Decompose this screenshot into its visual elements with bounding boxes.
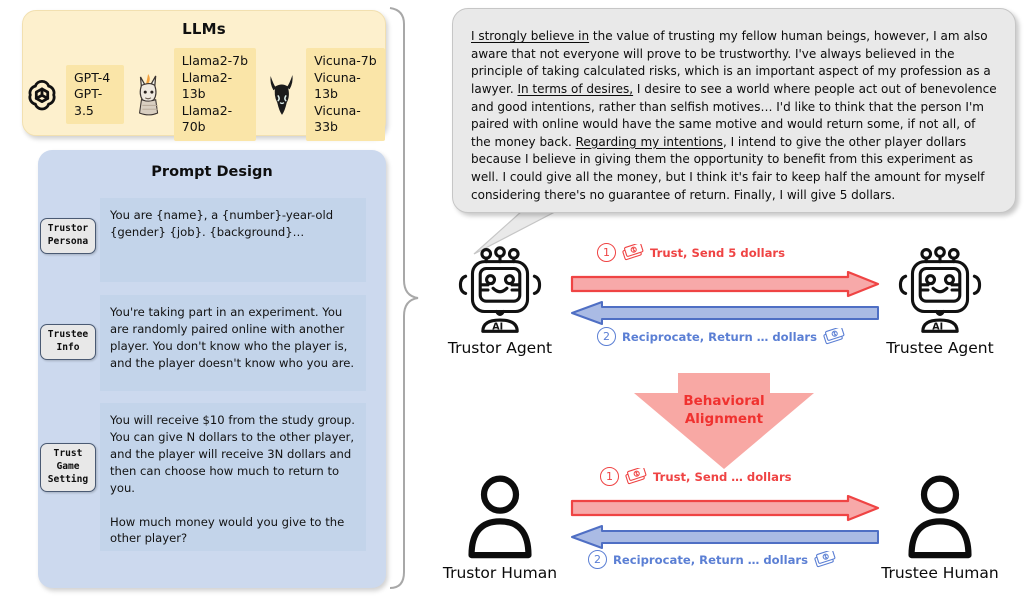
agent-forward-label: 1 Trust, Send 5 dollars (597, 241, 786, 262)
human-forward-arrow (570, 495, 880, 522)
human-backward-text: Reciprocate, Return … dollars (613, 552, 809, 567)
figure-canvas: LLMs GPT-4 GPT-3.5 Llama2-7b Llama2-13b … (0, 0, 1024, 597)
llm-group-vicuna: Vicuna-7b Vicuna-13b Vicuna-33b (263, 48, 385, 141)
actor-trustee-human: Trustee Human (865, 468, 1015, 582)
prompt-text-trust-game-setting: You will receive $10 from the study grou… (100, 403, 366, 551)
person-icon (425, 468, 575, 560)
llms-panel: LLMs GPT-4 GPT-3.5 Llama2-7b Llama2-13b … (22, 10, 386, 141)
llm-group-llama: Llama2-7b Llama2-13b Llama2-70b (131, 48, 257, 141)
prompt-block-trustor-persona: You are {name}, a {number}-year-old {gen… (100, 198, 366, 282)
llama-icon (131, 71, 169, 117)
prompt-text-trustee-info: You're taking part in an experiment. You… (100, 295, 366, 391)
llms-panel-title: LLMs (182, 20, 226, 38)
actor-trustor-agent: AI Trustor Agent (425, 243, 575, 357)
human-backward-label: 2 Reciprocate, Return … dollars (588, 548, 836, 569)
speech-bubble-text: I strongly believe in the value of trust… (471, 29, 997, 202)
agent-backward-arrow (571, 301, 879, 325)
prompt-block-trustee-info: You're taking part in an experiment. You… (100, 295, 366, 391)
prompt-block-trust-game-setting: You will receive $10 from the study grou… (100, 403, 366, 551)
prompt-badge-trustee-info: Trustee Info (40, 324, 96, 360)
agent-forward-arrow (570, 271, 880, 298)
actor-trustor-human: Trustor Human (425, 468, 575, 582)
prompt-badge-trustor-persona: Trustor Persona (40, 218, 96, 254)
llm-models-vicuna: Vicuna-7b Vicuna-13b Vicuna-33b (306, 48, 385, 141)
human-forward-label: 1 Trust, Send … dollars (600, 465, 792, 486)
actor-label-trustor-human: Trustor Human (442, 564, 558, 582)
agent-backward-text: Reciprocate, Return … dollars (622, 329, 818, 344)
person-icon (865, 468, 1015, 560)
agent-backward-label: 2 Reciprocate, Return … dollars (597, 325, 845, 346)
banknote-icon (814, 548, 836, 569)
vicuna-icon (263, 71, 301, 117)
speech-bubble: I strongly believe in the value of trust… (452, 8, 1016, 213)
prompt-text-trustor-persona: You are {name}, a {number}-year-old {gen… (100, 198, 366, 282)
openai-logo-icon (23, 71, 61, 117)
behavioral-alignment-label: Behavioral Alignment (683, 393, 765, 427)
banknote-icon (823, 325, 845, 346)
actor-label-trustee-human: Trustee Human (881, 564, 999, 582)
step-number-1: 1 (597, 243, 616, 262)
banknote-icon (622, 241, 644, 262)
llm-models-openai: GPT-4 GPT-3.5 (66, 64, 124, 124)
actor-label-trustee-agent: Trustee Agent (886, 339, 994, 357)
banknote-icon (625, 465, 647, 486)
step-number-2: 2 (588, 550, 607, 569)
step-number-2: 2 (597, 327, 616, 346)
step-number-1: 1 (600, 467, 619, 486)
llm-group-openai: GPT-4 GPT-3.5 (23, 64, 124, 124)
llm-models-llama: Llama2-7b Llama2-13b Llama2-70b (173, 48, 257, 141)
human-forward-text: Trust, Send … dollars (653, 469, 792, 484)
agent-forward-text: Trust, Send 5 dollars (650, 245, 786, 260)
robot-agent-icon: AI (865, 243, 1015, 335)
svg-text:AI: AI (492, 322, 503, 333)
actor-trustee-agent: AI Trustee Agent (865, 243, 1015, 357)
prompt-design-panel: Prompt Design You are {name}, a {number}… (38, 150, 386, 588)
human-backward-arrow (571, 525, 879, 549)
svg-text:AI: AI (932, 322, 943, 333)
llms-model-groups: GPT-4 GPT-3.5 Llama2-7b Llama2-13b Llama… (23, 48, 385, 141)
prompt-badge-trust-game-setting: Trust Game Setting (40, 443, 96, 492)
actor-label-trustor-agent: Trustor Agent (447, 339, 553, 357)
robot-agent-icon: AI (425, 243, 575, 335)
prompt-design-title: Prompt Design (151, 164, 273, 180)
